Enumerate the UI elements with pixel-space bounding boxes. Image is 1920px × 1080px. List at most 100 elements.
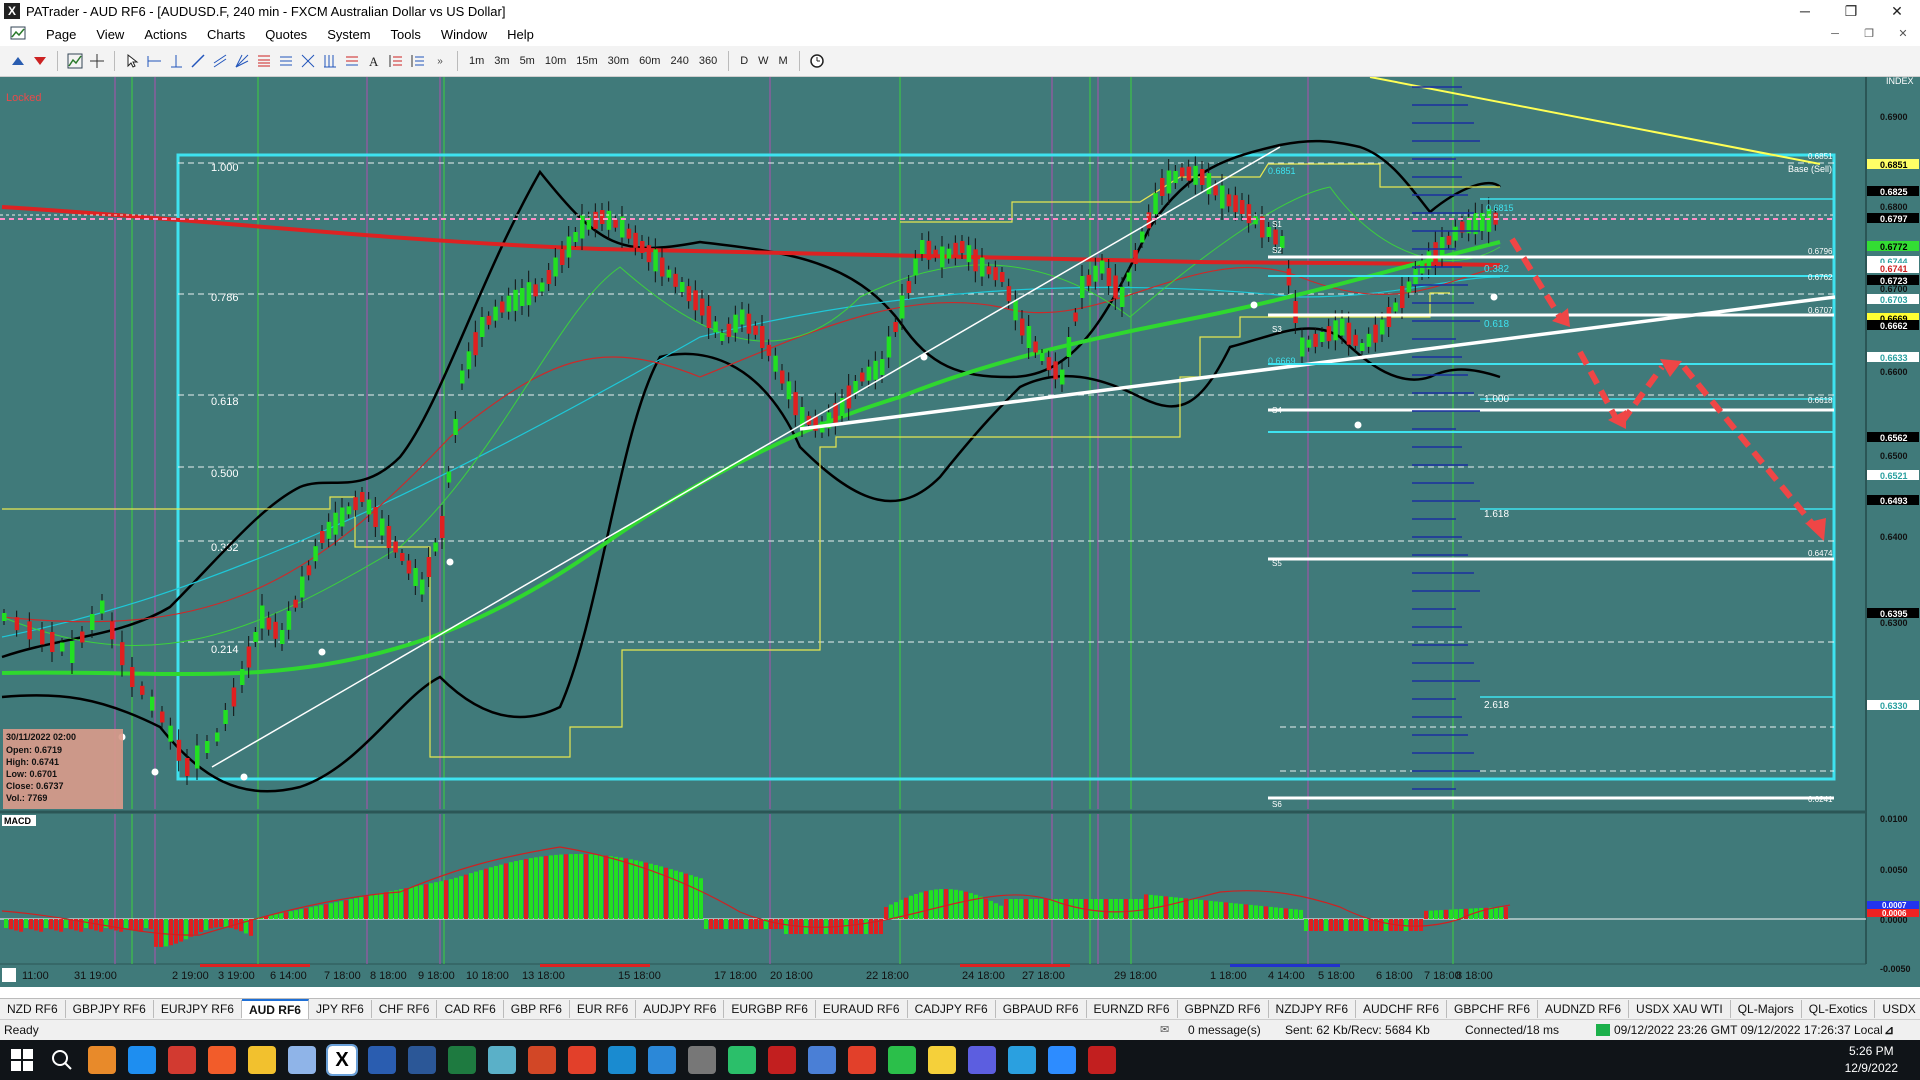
symbol-tab[interactable]: NZDJPY RF6 [1269, 1000, 1356, 1018]
calculator-icon[interactable] [368, 1046, 396, 1074]
mdi-restore-button[interactable]: ❐ [1852, 22, 1886, 46]
close-button[interactable]: ✕ [1874, 0, 1920, 22]
remote-icon[interactable] [648, 1046, 676, 1074]
timeframe-30m[interactable]: 30m [603, 55, 634, 67]
app-red2-icon[interactable] [848, 1046, 876, 1074]
message-icon[interactable]: ✉ [1160, 1023, 1169, 1036]
notepad-icon[interactable] [288, 1046, 316, 1074]
symbol-tab[interactable]: USDX XAU WTI [1629, 1000, 1731, 1018]
search-icon[interactable] [48, 1046, 76, 1074]
tradingview-icon[interactable] [728, 1046, 756, 1074]
teams-icon[interactable] [968, 1046, 996, 1074]
levels-icon[interactable] [342, 51, 362, 71]
menu-view[interactable]: View [86, 27, 134, 42]
menu-help[interactable]: Help [497, 27, 544, 42]
firefox-icon[interactable] [88, 1046, 116, 1074]
symbol-tab[interactable]: EURJPY RF6 [154, 1000, 242, 1018]
symbol-tab[interactable]: NZD RF6 [0, 1000, 66, 1018]
gann-icon[interactable] [298, 51, 318, 71]
timeframe-240[interactable]: 240 [665, 55, 693, 67]
symbol-tab[interactable]: GBPJPY RF6 [66, 1000, 154, 1018]
timeframe-10m[interactable]: 10m [540, 55, 571, 67]
sell-icon[interactable] [30, 51, 50, 71]
symbol-tab[interactable]: CADJPY RF6 [908, 1000, 996, 1018]
menu-charts[interactable]: Charts [197, 27, 255, 42]
channel-icon[interactable] [210, 51, 230, 71]
powerpoint-icon[interactable] [528, 1046, 556, 1074]
chrome-icon[interactable] [168, 1046, 196, 1074]
list-icon[interactable] [386, 51, 406, 71]
symbol-tab[interactable]: EURGBP RF6 [724, 1000, 816, 1018]
system-clock[interactable]: 5:26 PM 12/9/2022 [1845, 1043, 1898, 1077]
edge-icon[interactable] [128, 1046, 156, 1074]
app-gray-icon[interactable] [688, 1046, 716, 1074]
symbol-tab[interactable]: CHF RF6 [372, 1000, 438, 1018]
trendline-icon[interactable] [188, 51, 208, 71]
symbol-tab[interactable]: GBPAUD RF6 [996, 1000, 1087, 1018]
scroll-left-button[interactable] [2, 968, 16, 982]
buy-icon[interactable] [8, 51, 28, 71]
cycle-lines-icon[interactable] [320, 51, 340, 71]
menu-window[interactable]: Window [431, 27, 497, 42]
brave-icon[interactable] [208, 1046, 236, 1074]
skype-icon[interactable] [608, 1046, 636, 1074]
symbol-tab[interactable]: GBPNZD RF6 [1178, 1000, 1269, 1018]
timeframe-1m[interactable]: 1m [464, 55, 489, 67]
timeframe-daily[interactable]: D [735, 55, 753, 67]
app-green-icon[interactable] [888, 1046, 916, 1074]
word-icon[interactable] [408, 1046, 436, 1074]
symbol-tab[interactable]: AUDCHF RF6 [1356, 1000, 1448, 1018]
symbol-tab[interactable]: AUDNZD RF6 [1538, 1000, 1630, 1018]
symbol-tab[interactable]: EUR RF6 [570, 1000, 637, 1018]
symbol-tab[interactable]: EURAUD RF6 [816, 1000, 908, 1018]
patrader-icon[interactable]: X [326, 1044, 358, 1076]
resize-grip-icon[interactable]: ⊿ [1884, 1023, 1894, 1037]
minimize-button[interactable]: ─ [1782, 0, 1828, 22]
fan-icon[interactable] [232, 51, 252, 71]
timeframe-monthly[interactable]: M [774, 55, 793, 67]
settings-list-icon[interactable] [408, 51, 428, 71]
fib-extension-icon[interactable] [276, 51, 296, 71]
restore-button[interactable]: ❐ [1828, 0, 1874, 22]
symbol-tab[interactable]: GBP RF6 [504, 1000, 570, 1018]
symbol-tab[interactable]: AUDJPY RF6 [636, 1000, 725, 1018]
app-red3-icon[interactable] [1088, 1046, 1116, 1074]
clock-icon[interactable] [807, 51, 827, 71]
timeframe-5m[interactable]: 5m [515, 55, 540, 67]
menu-system[interactable]: System [317, 27, 380, 42]
horizontal-line-icon[interactable] [144, 51, 164, 71]
app-red-icon[interactable] [768, 1046, 796, 1074]
zoom-icon[interactable] [1048, 1046, 1076, 1074]
menu-tools[interactable]: Tools [381, 27, 431, 42]
image-viewer-icon[interactable] [488, 1046, 516, 1074]
symbol-tab[interactable]: QL-Majors [1731, 1000, 1802, 1018]
symbol-tab[interactable]: CAD RF6 [437, 1000, 504, 1018]
sticky-notes-icon[interactable] [928, 1046, 956, 1074]
symbol-tab[interactable]: AUD RF6 [241, 999, 309, 1019]
symbol-tab[interactable]: EURNZD RF6 [1087, 1000, 1178, 1018]
timeframe-3m[interactable]: 3m [489, 55, 514, 67]
telegram-icon[interactable] [1008, 1046, 1036, 1074]
new-chart-icon[interactable] [65, 51, 85, 71]
status-messages[interactable]: 0 message(s) [1188, 1023, 1261, 1037]
menu-page[interactable]: Page [36, 27, 86, 42]
fibonacci-icon[interactable] [254, 51, 274, 71]
timeframe-60m[interactable]: 60m [634, 55, 665, 67]
mdi-minimize-button[interactable]: ─ [1818, 22, 1852, 46]
app-blue-icon[interactable] [808, 1046, 836, 1074]
timeframe-weekly[interactable]: W [753, 55, 773, 67]
pointer-icon[interactable] [122, 51, 142, 71]
mdi-close-button[interactable]: ✕ [1886, 22, 1920, 46]
file-explorer-icon[interactable] [248, 1046, 276, 1074]
crosshair-icon[interactable] [87, 51, 107, 71]
menu-quotes[interactable]: Quotes [255, 27, 317, 42]
symbol-tab[interactable]: USDX RF6 [1875, 1000, 1920, 1018]
text-tool-icon[interactable]: A [364, 51, 384, 71]
symbol-tab[interactable]: JPY RF6 [309, 1000, 372, 1018]
symbol-tab[interactable]: QL-Exotics [1802, 1000, 1876, 1018]
excel-icon[interactable] [448, 1046, 476, 1074]
price-chart[interactable]: 1.000 0.786 0.618 0.500 0.382 0.214 S1 S2… [0, 77, 1920, 987]
menu-actions[interactable]: Actions [134, 27, 197, 42]
vertical-line-icon[interactable] [166, 51, 186, 71]
symbol-tab[interactable]: GBPCHF RF6 [1447, 1000, 1539, 1018]
